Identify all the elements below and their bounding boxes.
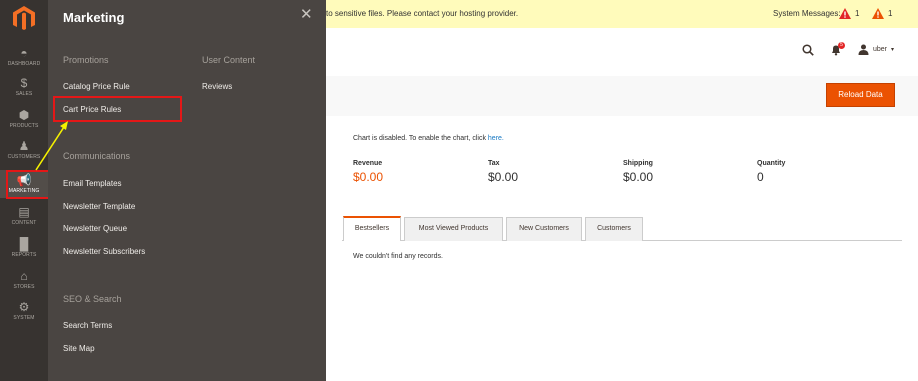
nav-item-content[interactable]: ▤ CONTENT [0, 205, 48, 227]
cart-price-rules-highlight-box [53, 96, 182, 122]
store-icon: ⌂ [20, 269, 28, 283]
shipping-value: $0.00 [623, 170, 654, 184]
system-notice-bar: to sensitive files. Please contact your … [326, 0, 918, 28]
user-menu-name[interactable]: uber [873, 46, 887, 53]
cube-icon: ⬢ [18, 108, 30, 122]
close-icon[interactable]: ✕ [300, 7, 313, 22]
nav-item-reports[interactable]: ▐▌ REPORTS [0, 237, 48, 259]
notification-count-badge: 5 [838, 42, 845, 49]
content-icon: ▤ [18, 205, 30, 219]
nav-item-products[interactable]: ⬢ PRODUCTS [0, 108, 48, 130]
group-title-communications: Communications [63, 151, 131, 161]
quantity-value: 0 [757, 170, 764, 184]
flyout-title: Marketing [63, 10, 125, 25]
empty-records-message: We couldn't find any records. [353, 253, 443, 260]
menu-link-site-map[interactable]: Site Map [63, 344, 95, 353]
marketing-flyout-menu: Marketing ✕ Promotions Catalog Price Rul… [48, 0, 326, 381]
dashboard-icon: ◓ [20, 46, 28, 60]
tab-most-viewed-products[interactable]: Most Viewed Products [404, 217, 503, 241]
chart-disabled-note: Chart is disabled. To enable the chart, … [353, 135, 504, 142]
nav-item-sales[interactable]: $ SALES [0, 76, 48, 98]
chevron-down-icon[interactable]: ▾ [891, 46, 894, 53]
menu-link-email-templates[interactable]: Email Templates [63, 179, 122, 188]
menu-link-newsletter-template[interactable]: Newsletter Template [63, 202, 135, 211]
reload-data-button[interactable]: Reload Data [826, 83, 895, 107]
quantity-label: Quantity [757, 160, 786, 167]
menu-link-newsletter-subscribers[interactable]: Newsletter Subscribers [63, 247, 145, 256]
user-icon[interactable] [858, 44, 869, 55]
bar-chart-icon: ▐▌ [15, 237, 33, 251]
menu-link-newsletter-queue[interactable]: Newsletter Queue [63, 224, 127, 233]
nav-item-system[interactable]: ⚙ SYSTEM [0, 300, 48, 322]
notice-text: to sensitive files. Please contact your … [326, 9, 519, 18]
group-title-user-content: User Content [202, 55, 256, 65]
search-icon[interactable] [802, 44, 814, 56]
critical-count: 1 [855, 9, 860, 18]
group-title-seo-search: SEO & Search [63, 294, 122, 304]
tab-new-customers[interactable]: New Customers [506, 217, 582, 241]
menu-link-search-terms[interactable]: Search Terms [63, 321, 112, 330]
tax-value: $0.00 [488, 170, 519, 184]
tax-label: Tax [488, 160, 500, 167]
enable-chart-link[interactable]: here. [488, 135, 504, 142]
person-icon: ♟ [18, 139, 30, 153]
nav-item-customers[interactable]: ♟ CUSTOMERS [0, 139, 48, 161]
group-title-promotions: Promotions [63, 55, 109, 65]
nav-item-dashboard[interactable]: ◓ DASHBOARD [0, 46, 48, 67]
page-actions-bar: Reload Data [326, 76, 918, 116]
magento-logo-icon[interactable] [11, 5, 37, 31]
tab-bestsellers[interactable]: Bestsellers [343, 216, 401, 241]
gear-icon: ⚙ [18, 300, 30, 314]
dollar-icon: $ [20, 76, 28, 90]
menu-link-catalog-price-rule[interactable]: Catalog Price Rule [63, 82, 130, 91]
revenue-value: $0.00 [353, 170, 384, 184]
major-count: 1 [888, 9, 893, 18]
major-warning-icon[interactable] [872, 8, 884, 19]
tab-customers[interactable]: Customers [585, 217, 643, 241]
page-header: 5 uber ▾ [326, 28, 918, 76]
revenue-label: Revenue [353, 160, 383, 167]
system-messages-label[interactable]: System Messages: [773, 9, 841, 18]
critical-warning-icon[interactable] [839, 8, 851, 19]
menu-link-reviews[interactable]: Reviews [202, 82, 232, 91]
nav-item-stores[interactable]: ⌂ STORES [0, 269, 48, 291]
shipping-label: Shipping [623, 160, 653, 167]
